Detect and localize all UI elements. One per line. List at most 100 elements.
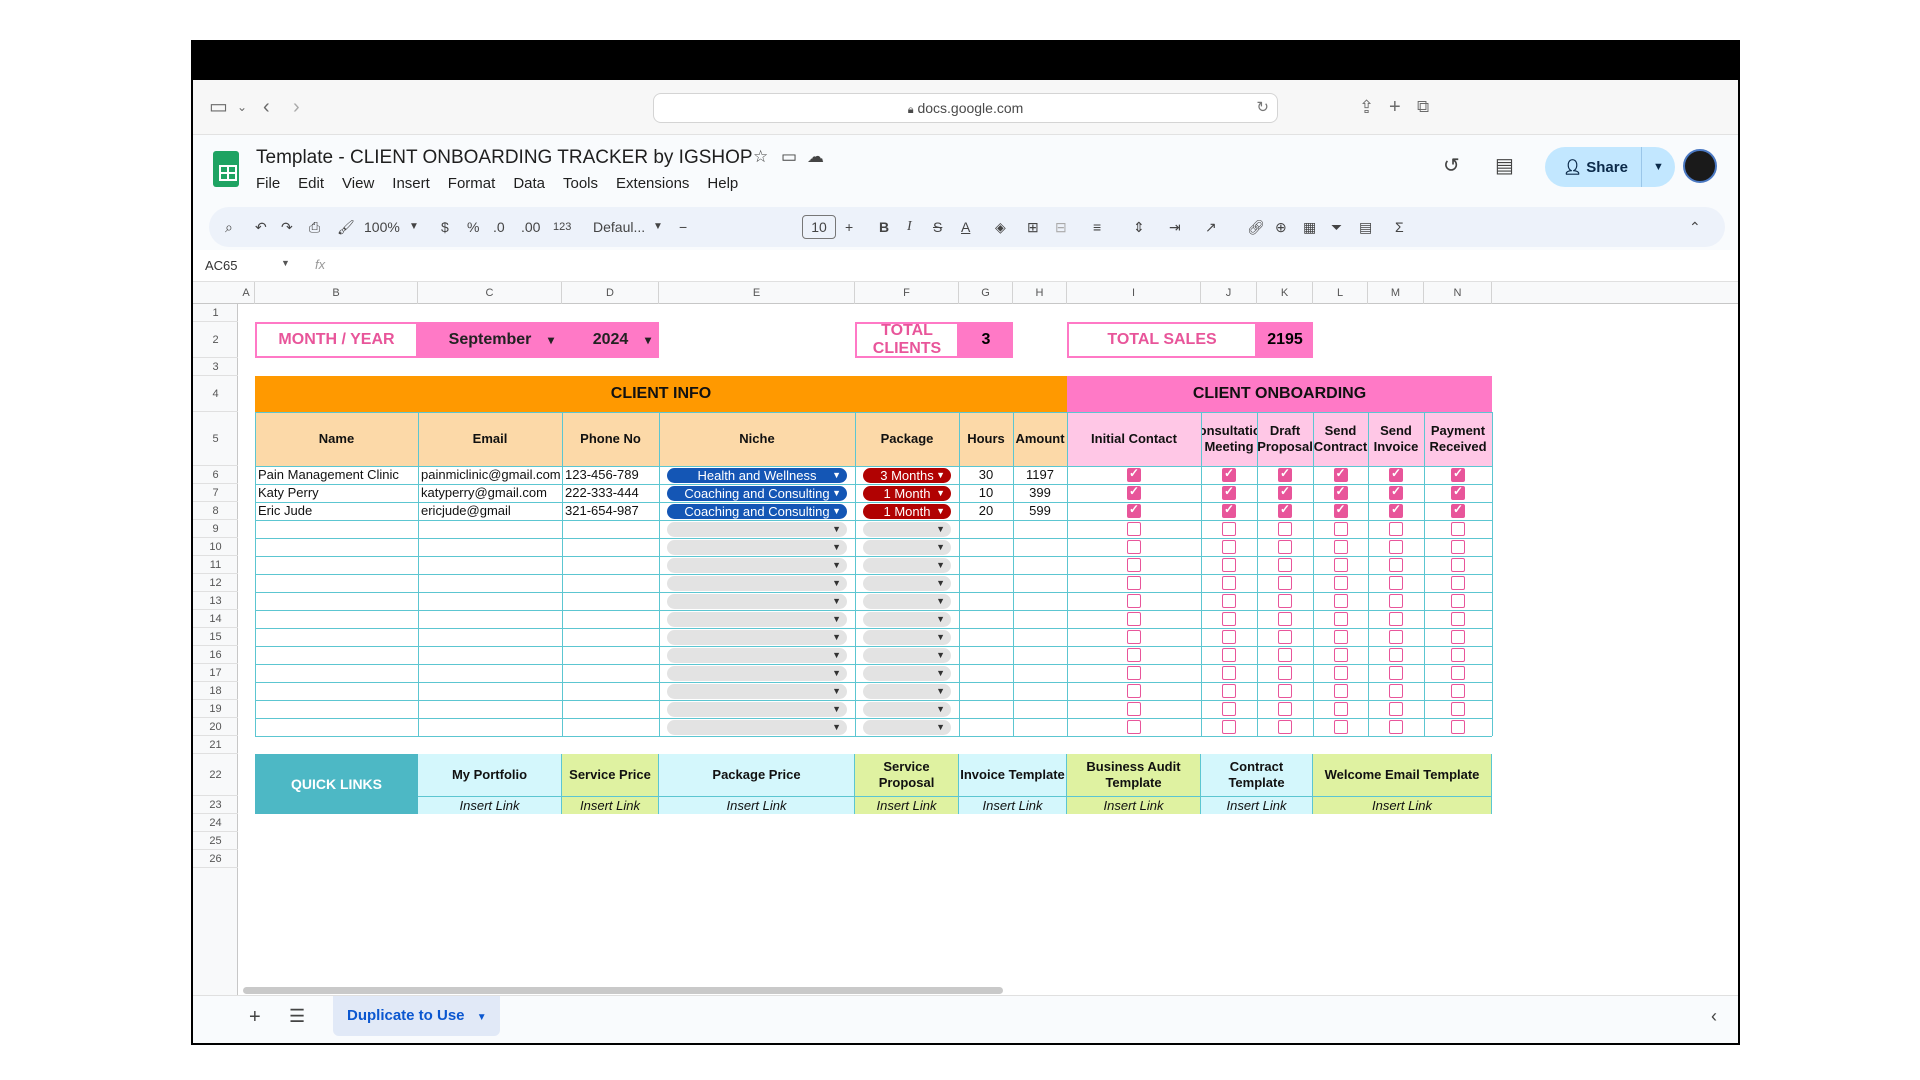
checkbox-cell[interactable] [1201,574,1257,592]
onboarding-checkbox[interactable] [1278,648,1292,662]
client-phone-cell[interactable] [562,682,659,700]
text-wrap-icon[interactable]: ⇥ [1169,217,1181,237]
checkbox-cell[interactable] [1424,718,1492,736]
row-header-10[interactable]: 10 [193,538,238,556]
onboarding-checkbox[interactable] [1389,684,1403,698]
onboarding-checkbox[interactable] [1333,720,1348,734]
onboarding-checkbox[interactable] [1222,502,1236,518]
menu-format[interactable]: Format [448,175,496,192]
client-hours-cell[interactable] [959,592,1013,610]
onboarding-checkbox[interactable] [1333,702,1348,716]
collapse-toolbar-icon[interactable]: ⌃ [1689,217,1701,237]
row-header-14[interactable]: 14 [193,610,238,628]
fill-color-icon[interactable]: ◈ [995,217,1006,237]
client-name-cell[interactable]: Pain Management Clinic [255,466,418,484]
quick-link-insert[interactable]: Insert Link [562,796,659,814]
quick-link-insert[interactable]: Insert Link [1067,796,1201,814]
sheets-logo-icon[interactable] [213,151,239,187]
client-hours-cell[interactable]: 20 [959,502,1013,520]
package-cell[interactable]: ▼ [855,682,959,700]
client-phone-cell[interactable] [562,556,659,574]
checkbox-cell[interactable] [1257,556,1313,574]
package-cell[interactable]: ▼ [855,556,959,574]
insert-comment-icon[interactable]: ⊕ [1275,217,1287,237]
onboarding-checkbox[interactable] [1222,594,1236,608]
client-hours-cell[interactable] [959,700,1013,718]
package-cell[interactable]: ▼ [855,628,959,646]
total-clients-value[interactable]: 3 [959,322,1013,358]
vertical-align-icon[interactable]: ⇕ [1133,217,1145,237]
package-select[interactable]: ▼ [863,540,951,555]
onboarding-checkbox[interactable] [1333,648,1348,662]
checkbox-cell[interactable] [1424,466,1492,484]
onboarding-checkbox[interactable] [1451,522,1465,536]
increase-decimal-button[interactable]: .00 [521,217,540,237]
client-hours-cell[interactable]: 10 [959,484,1013,502]
package-cell[interactable]: 1 Month ▼ [855,484,959,502]
client-amount-cell[interactable] [1013,628,1067,646]
checkbox-cell[interactable] [1201,718,1257,736]
checkbox-cell[interactable] [1257,592,1313,610]
forward-icon[interactable]: › [293,94,300,120]
insert-chart-icon[interactable]: ▦ [1303,217,1316,237]
year-select[interactable]: 2024 ▾ [562,322,659,358]
checkbox-cell[interactable] [1424,574,1492,592]
font-select[interactable]: Defaul... [593,217,645,237]
share-dropdown-icon[interactable]: ▼ [1641,147,1675,187]
package-select[interactable]: ▼ [863,630,951,645]
checkbox-cell[interactable] [1201,538,1257,556]
quick-link-insert[interactable]: Insert Link [1201,796,1313,814]
checkbox-cell[interactable] [1313,556,1368,574]
checkbox-cell[interactable] [1424,628,1492,646]
onboarding-checkbox[interactable] [1278,630,1292,644]
onboarding-checkbox[interactable] [1451,466,1465,482]
client-hours-cell[interactable] [959,628,1013,646]
niche-cell[interactable]: ▼ [659,646,855,664]
checkbox-cell[interactable] [1313,574,1368,592]
checkbox-cell[interactable] [1201,520,1257,538]
checkbox-cell[interactable] [1067,592,1201,610]
checkbox-cell[interactable] [1424,502,1492,520]
version-history-icon[interactable]: ↺ [1443,153,1460,178]
niche-select[interactable]: ▼ [667,720,847,735]
undo-icon[interactable]: ↶ [255,217,267,237]
onboarding-checkbox[interactable] [1389,540,1403,554]
reload-icon[interactable]: ↻ [1256,94,1269,122]
checkbox-cell[interactable] [1424,484,1492,502]
onboarding-checkbox[interactable] [1222,648,1236,662]
checkbox-cell[interactable] [1257,484,1313,502]
client-email-cell[interactable] [418,610,562,628]
checkbox-cell[interactable] [1368,700,1424,718]
row-header-13[interactable]: 13 [193,592,238,610]
onboarding-checkbox[interactable] [1222,558,1236,572]
checkbox-cell[interactable] [1368,592,1424,610]
dropdown-arrow-icon[interactable]: ▼ [832,720,841,735]
horizontal-scrollbar[interactable] [243,987,1003,994]
niche-cell[interactable]: ▼ [659,520,855,538]
onboarding-checkbox[interactable] [1451,684,1465,698]
checkbox-cell[interactable] [1067,664,1201,682]
package-select[interactable]: ▼ [863,612,951,627]
currency-button[interactable]: $ [441,217,449,237]
dropdown-arrow-icon[interactable]: ▼ [832,504,841,519]
niche-select[interactable]: ▼ [667,558,847,573]
dropdown-arrow-icon[interactable]: ▼ [832,630,841,645]
number-format-button[interactable]: 123 [553,217,571,237]
niche-select[interactable]: ▼ [667,666,847,681]
client-amount-cell[interactable] [1013,574,1067,592]
onboarding-checkbox[interactable] [1389,648,1403,662]
checkbox-cell[interactable] [1201,664,1257,682]
row-header-20[interactable]: 20 [193,718,238,736]
dropdown-arrow-icon[interactable]: ▼ [832,594,841,609]
niche-cell[interactable]: ▼ [659,592,855,610]
dropdown-arrow-icon[interactable]: ▼ [832,666,841,681]
onboarding-checkbox[interactable] [1389,594,1403,608]
client-amount-cell[interactable] [1013,592,1067,610]
checkbox-cell[interactable] [1067,718,1201,736]
client-email-cell[interactable] [418,520,562,538]
back-icon[interactable]: ‹ [263,94,270,120]
onboarding-checkbox[interactable] [1278,684,1292,698]
dropdown-arrow-icon[interactable]: ▼ [936,522,945,537]
column-header-h[interactable]: H [1013,282,1067,304]
checkbox-cell[interactable] [1257,664,1313,682]
